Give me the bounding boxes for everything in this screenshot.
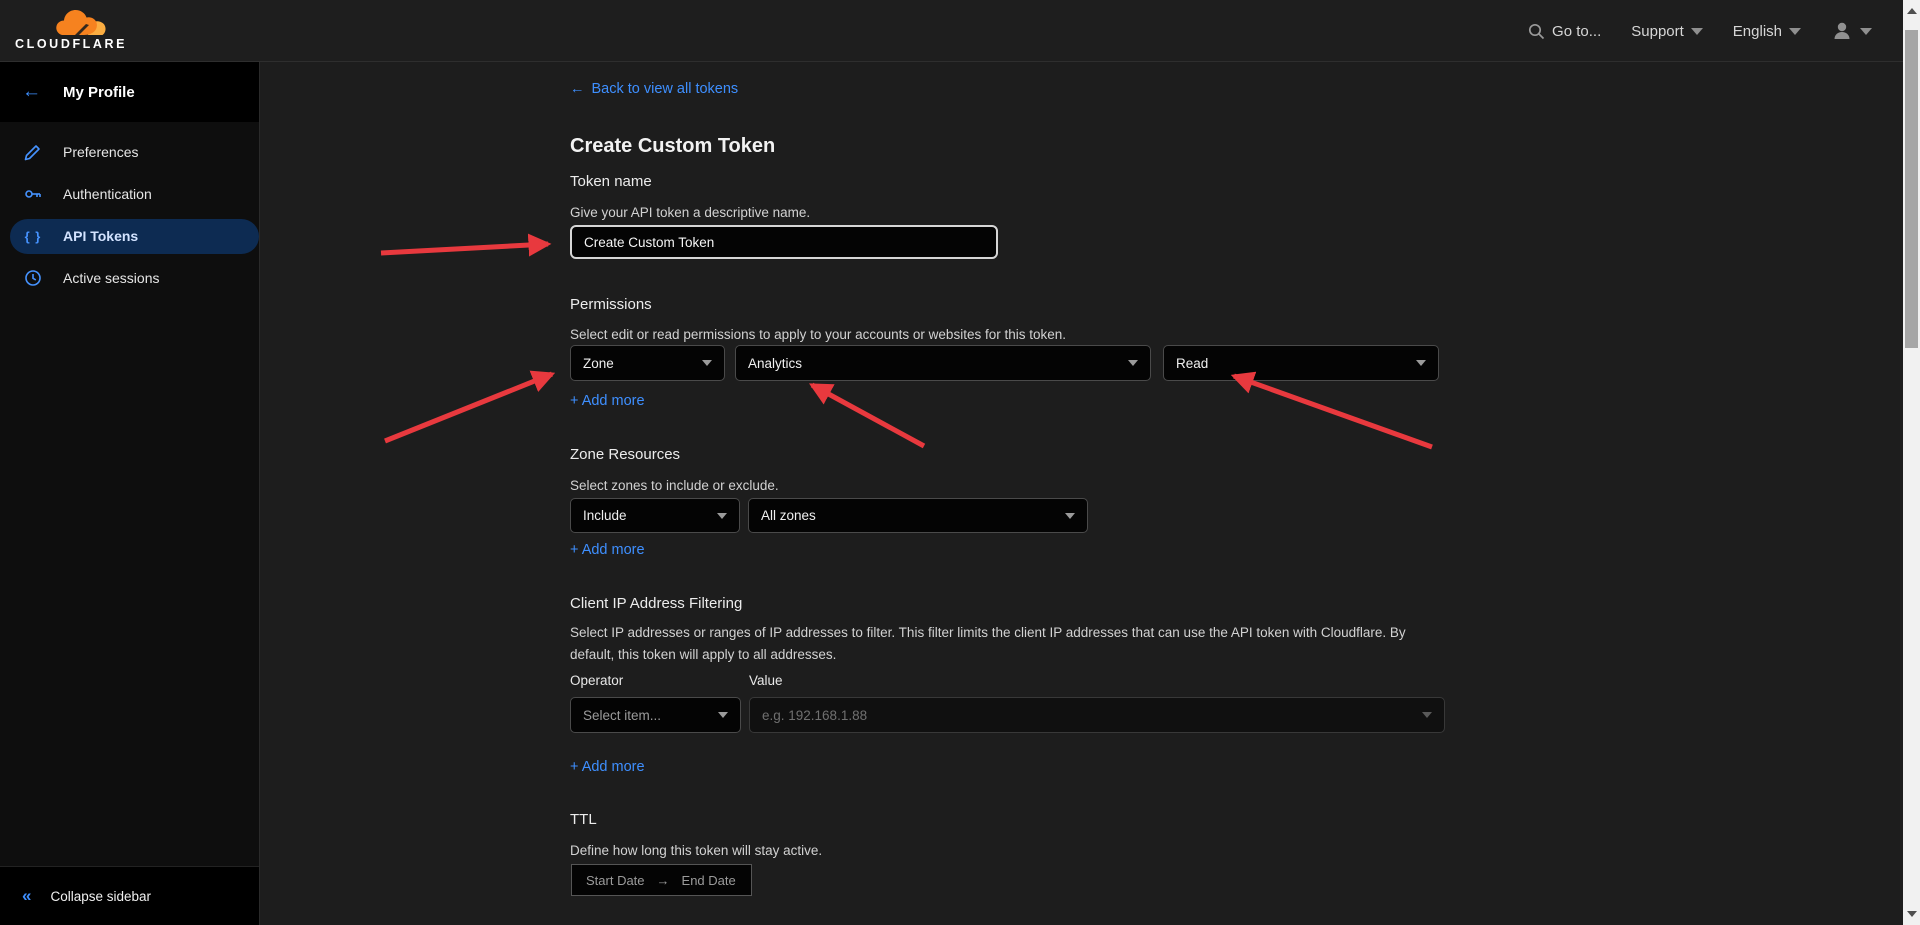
search-icon — [1528, 23, 1545, 40]
vertical-scrollbar[interactable] — [1903, 0, 1920, 925]
chevron-down-icon — [702, 360, 712, 366]
ip-value-input[interactable]: e.g. 192.168.1.88 — [749, 697, 1445, 733]
zone-selection-value: All zones — [761, 508, 816, 523]
ip-operator-select[interactable]: Select item... — [570, 697, 741, 733]
cloudflare-logo[interactable]: CLOUDFLARE — [15, 6, 135, 56]
main-content: ← Back to view all tokens Create Custom … — [261, 62, 1903, 925]
permission-access-value: Read — [1176, 356, 1208, 371]
sidebar-item-api-tokens[interactable]: { } API Tokens — [10, 219, 259, 254]
value-label: Value — [749, 673, 783, 688]
permissions-label: Permissions — [570, 296, 652, 313]
client-ip-description: Select IP addresses or ranges of IP addr… — [570, 622, 1435, 665]
sidebar-item-active-sessions[interactable]: Active sessions — [0, 257, 259, 299]
sidebar-item-label: API Tokens — [63, 228, 138, 244]
double-chevron-left-icon: « — [22, 886, 31, 906]
sidebar-item-label: Active sessions — [63, 270, 159, 286]
cloudflare-cloud-icon — [55, 9, 107, 37]
scroll-up-arrow-icon[interactable] — [1907, 8, 1917, 14]
permission-scope-value: Zone — [583, 356, 614, 371]
user-icon — [1831, 20, 1853, 42]
end-date-placeholder: End Date — [682, 873, 736, 888]
zone-selection-select[interactable]: All zones — [748, 498, 1088, 533]
back-arrow-icon: ← — [570, 81, 585, 97]
operator-label: Operator — [570, 673, 623, 688]
arrow-right-icon: → — [657, 873, 670, 888]
clock-icon — [24, 269, 42, 287]
zone-mode-value: Include — [583, 508, 627, 523]
chevron-down-icon — [1416, 360, 1426, 366]
chevron-down-icon — [1128, 360, 1138, 366]
chevron-down-icon — [717, 513, 727, 519]
back-arrow-icon[interactable]: ← — [22, 81, 41, 103]
back-to-tokens-link[interactable]: ← Back to view all tokens — [570, 81, 738, 97]
support-menu[interactable]: Support — [1631, 23, 1703, 40]
scroll-down-arrow-icon[interactable] — [1907, 911, 1917, 917]
permission-category-select[interactable]: Analytics — [735, 345, 1151, 381]
zone-resources-description: Select zones to include or exclude. — [570, 475, 779, 497]
ip-operator-placeholder: Select item... — [583, 708, 661, 723]
sidebar-nav: Preferences Authentication { } API Token… — [0, 122, 259, 299]
goto-label: Go to... — [1552, 23, 1601, 40]
start-date-placeholder: Start Date — [586, 873, 645, 888]
sidebar-header: ← My Profile — [0, 62, 259, 122]
goto-search[interactable]: Go to... — [1528, 23, 1601, 40]
language-menu[interactable]: English — [1733, 23, 1801, 40]
permission-access-select[interactable]: Read — [1163, 345, 1439, 381]
ttl-label: TTL — [570, 811, 597, 828]
zone-mode-select[interactable]: Include — [570, 498, 740, 533]
braces-icon: { } — [24, 229, 42, 244]
chevron-down-icon — [1422, 712, 1432, 718]
collapse-sidebar-button[interactable]: « Collapse sidebar — [0, 866, 259, 925]
top-navigation-bar: CLOUDFLARE Go to... Support English — [0, 0, 1920, 62]
client-ip-label: Client IP Address Filtering — [570, 595, 742, 612]
back-link-label: Back to view all tokens — [592, 81, 739, 97]
language-label: English — [1733, 23, 1782, 40]
token-name-description: Give your API token a descriptive name. — [570, 202, 810, 224]
permission-category-value: Analytics — [748, 356, 802, 371]
profile-sidebar: ← My Profile Preferences Authentication … — [0, 62, 260, 925]
chevron-down-icon — [1789, 28, 1801, 35]
permission-scope-select[interactable]: Zone — [570, 345, 725, 381]
zone-resources-label: Zone Resources — [570, 446, 680, 463]
ip-value-placeholder: e.g. 192.168.1.88 — [762, 708, 867, 723]
token-name-input[interactable] — [570, 225, 998, 259]
sidebar-item-authentication[interactable]: Authentication — [0, 173, 259, 215]
sidebar-item-preferences[interactable]: Preferences — [0, 131, 259, 173]
page-title: Create Custom Token — [570, 135, 775, 158]
permissions-description: Select edit or read permissions to apply… — [570, 324, 1066, 346]
sidebar-item-label: Authentication — [63, 186, 152, 202]
pencil-icon — [24, 143, 42, 161]
chevron-down-icon — [1860, 28, 1872, 35]
chevron-down-icon — [1691, 28, 1703, 35]
cloudflare-wordmark: CLOUDFLARE — [15, 37, 127, 51]
chevron-down-icon — [1065, 513, 1075, 519]
token-name-label: Token name — [570, 173, 652, 190]
ttl-description: Define how long this token will stay act… — [570, 840, 822, 862]
permissions-add-more-link[interactable]: + Add more — [570, 393, 645, 409]
zone-resources-add-more-link[interactable]: + Add more — [570, 542, 645, 558]
key-icon — [24, 185, 42, 203]
sidebar-item-label: Preferences — [63, 144, 138, 160]
ttl-date-range-picker[interactable]: Start Date → End Date — [571, 864, 752, 896]
account-menu[interactable] — [1831, 20, 1872, 42]
support-label: Support — [1631, 23, 1684, 40]
sidebar-title: My Profile — [63, 84, 135, 101]
chevron-down-icon — [718, 712, 728, 718]
collapse-sidebar-label: Collapse sidebar — [50, 889, 151, 904]
client-ip-add-more-link[interactable]: + Add more — [570, 759, 645, 775]
scrollbar-thumb[interactable] — [1905, 30, 1918, 348]
